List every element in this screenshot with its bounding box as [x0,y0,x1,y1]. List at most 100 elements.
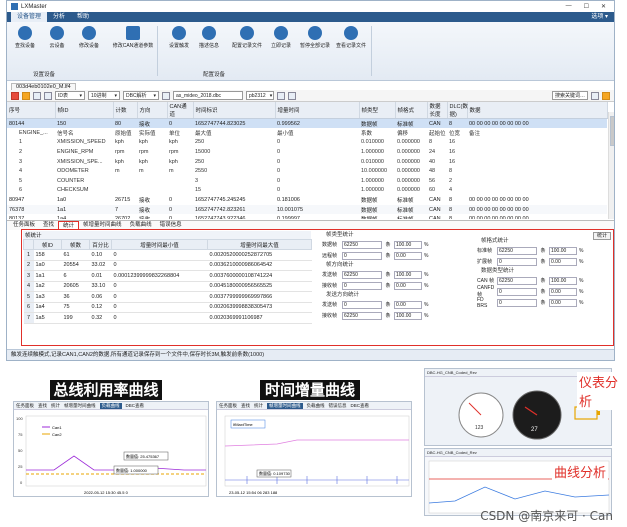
dbc-file-field[interactable]: as_mideo_2018.dbc [173,91,243,100]
column-header[interactable]: 方向 [137,102,168,119]
mini-tab[interactable]: 负载曲线 [307,403,325,409]
mini-tab[interactable]: 任务面板 [16,403,34,409]
table-row[interactable]: 1 158 61 0.10 0 0.0020520000252872705 [23,249,312,261]
modify-can-params-button[interactable]: 修改CAN通道参数 [111,26,155,49]
description-button[interactable]: 描述信息 [193,26,225,49]
table-row[interactable]: 4 1a2 20605 33.10 0 0.0045180000956565525 [23,281,312,292]
table-row[interactable]: 80947 1a0 26715 接收 0 1652747745.245245 0.18100… [7,195,607,205]
stat-percent-field[interactable]: 100.00 [394,311,422,320]
stat-percent-field[interactable]: 100.00 [394,240,422,249]
column-header[interactable]: CAN通道 [167,102,194,119]
column-header[interactable]: 序号 [7,102,56,119]
stat-percent-field[interactable]: 100.00 [549,276,577,285]
stat-percent-field[interactable]: 0.00 [549,257,577,266]
search-icon[interactable] [591,91,599,100]
modify-device-button[interactable]: 修改设备 [73,26,105,49]
stop-icon[interactable] [11,91,19,100]
column-header[interactable]: 增量时间 [275,102,360,119]
cloud-device-button[interactable]: 云设备 [41,26,73,49]
stat-percent-field[interactable]: 0.00 [394,251,422,260]
column-header[interactable]: 帧ID [55,102,114,119]
stat-count-field[interactable]: 0 [497,287,537,296]
column-header[interactable]: 帧类型 [359,102,396,119]
mini-tab[interactable]: 帧增量时间曲线 [64,403,96,409]
menu-options[interactable]: 选项 ▾ [585,12,614,22]
search-input[interactable]: 搜索关键词… [552,91,588,100]
export-icon[interactable] [602,91,610,100]
view-record-files-button[interactable]: 查看记录文件 [333,26,369,49]
column-header[interactable]: 计数 [113,102,138,119]
maximize-button[interactable]: ☐ [584,3,589,10]
radix-select[interactable]: 10进制 ▾ [88,91,120,100]
stat-percent-field[interactable]: 100.00 [549,246,577,255]
menu-device-management[interactable]: 设备管理 [11,12,48,22]
table-row[interactable]: 6 CHECKSUM 15 0 1.000000 0.000000 60 4 [7,186,607,196]
grid-scrollbar[interactable] [608,112,614,219]
table-row[interactable]: 5 1a3 36 0.06 0 0.0037799999969997866 [23,291,312,303]
column-header[interactable]: 帧格式 [395,102,428,119]
view-select[interactable]: ID表 ▾ [55,91,85,100]
stat-percent-field[interactable]: 0.00 [549,298,577,307]
find-device-button[interactable]: 查找设备 [9,26,41,49]
menu-help[interactable]: 帮助 [71,12,95,22]
folder-icon[interactable] [162,91,170,100]
column-header[interactable]: DLC(数据) [447,102,468,119]
stat-percent-field[interactable]: 0.00 [549,287,577,296]
stat-percent-field[interactable]: 0.00 [394,281,422,290]
refresh-icon[interactable] [277,91,285,100]
clear-icon[interactable] [33,91,41,100]
table-row[interactable]: 80144 150 80 接收 0 1652747744.823025 0.999562 数据… [7,118,607,129]
config-record-file-button[interactable]: 配置记录文件 [229,26,265,49]
stat-count-field[interactable]: 0 [342,281,382,290]
mini-tab[interactable]: 查找 [38,403,47,409]
mini-tab[interactable]: 查找 [241,403,250,409]
table-row[interactable]: 7 1a5 199 0.32 0 0.0020369991106987 [23,312,312,324]
table-row[interactable]: ENGINE_... 信号名 原始值 实际值 单位 最大值 最小值 系数 偏移 起始位 位宽 备注 [7,128,607,138]
column-header[interactable]: 增量时间最大值 [207,239,312,250]
stat-count-field[interactable]: 62250 [342,270,382,279]
close-button[interactable]: ✕ [601,3,606,10]
mini-tab[interactable]: 负载曲线 [99,402,122,409]
stat-count-field[interactable]: 62250 [342,240,382,249]
record-now-button[interactable]: 立即记录 [265,26,297,49]
table-row[interactable]: 2 ENGINE_RPM rpm rpm rpm 15000 0 1.000000 0.0000… [7,147,607,157]
stat-percent-field[interactable]: 100.00 [394,270,422,279]
table-row[interactable]: 76378 1a1 7 接收 0 1652747742.823261 10.001075 数据… [7,204,607,215]
table-row[interactable]: 4 ODOMETER m m m 2550 0 10.000000 0.000000 48 8 [7,166,607,176]
column-header[interactable]: 帧数 [61,239,90,250]
file-tab[interactable]: 003d4eb0102e0_M.lf4 [11,83,76,90]
mini-tab[interactable]: 统计 [254,403,263,409]
table-row[interactable]: 801371a426702接收01652747743.9223460.19999… [7,214,607,219]
stat-count-field[interactable]: 62250 [497,276,537,285]
column-header[interactable]: 时间标识 [193,102,276,119]
menu-analysis[interactable]: 分析 [47,12,71,22]
mini-tab[interactable]: DBC查看 [126,403,145,409]
help-icon[interactable] [288,91,296,100]
table-row[interactable]: 5 COUNTER 3 0 1.000000 0.000000 56 2 [7,176,607,186]
table-row[interactable]: 1 XMISSION_SPEED kph kph kph 250 0 0.010000 0.00… [7,138,607,148]
column-header[interactable]: 数据 [467,102,608,119]
table-row[interactable]: 6 1a4 75 0.12 0 0.0020639998838305473 [23,302,312,313]
column-header[interactable]: 帧ID [33,239,62,250]
stat-count-field[interactable]: 0 [497,257,537,266]
mini-tab[interactable]: 错误信息 [329,403,347,409]
stat-count-field[interactable]: 62250 [497,246,537,255]
stat-count-field[interactable]: 62250 [342,311,382,320]
stat-count-field[interactable]: 0 [342,251,382,260]
mini-tab[interactable]: DBC查看 [351,403,370,409]
minimize-button[interactable]: — [566,3,572,10]
dbc-channel-select[interactable]: pb2312 ▾ [246,91,274,100]
pause-all-records-button[interactable]: 暂停全部记录 [297,26,333,49]
table-row[interactable]: 3 XMISSION_SPE... kph kph kph 250 0 0.010000 0.0… [7,157,607,167]
dbc-parse-select[interactable]: DBC解析 ▾ [123,91,159,100]
mini-tab[interactable]: 统计 [51,403,60,409]
stat-percent-field[interactable]: 0.00 [394,300,422,309]
pause-icon[interactable] [22,91,30,100]
column-header[interactable]: 百分比 [89,239,112,250]
stat-count-field[interactable]: 0 [497,298,537,307]
filter-icon[interactable] [44,91,52,100]
column-header[interactable]: 增量时间最小值 [111,239,208,250]
column-header[interactable]: 数据长度 [427,102,448,119]
table-row[interactable]: 2 1a0 20554 33.02 0 0.0036210000986064542 [23,260,312,271]
stat-count-field[interactable]: 0 [342,300,382,309]
